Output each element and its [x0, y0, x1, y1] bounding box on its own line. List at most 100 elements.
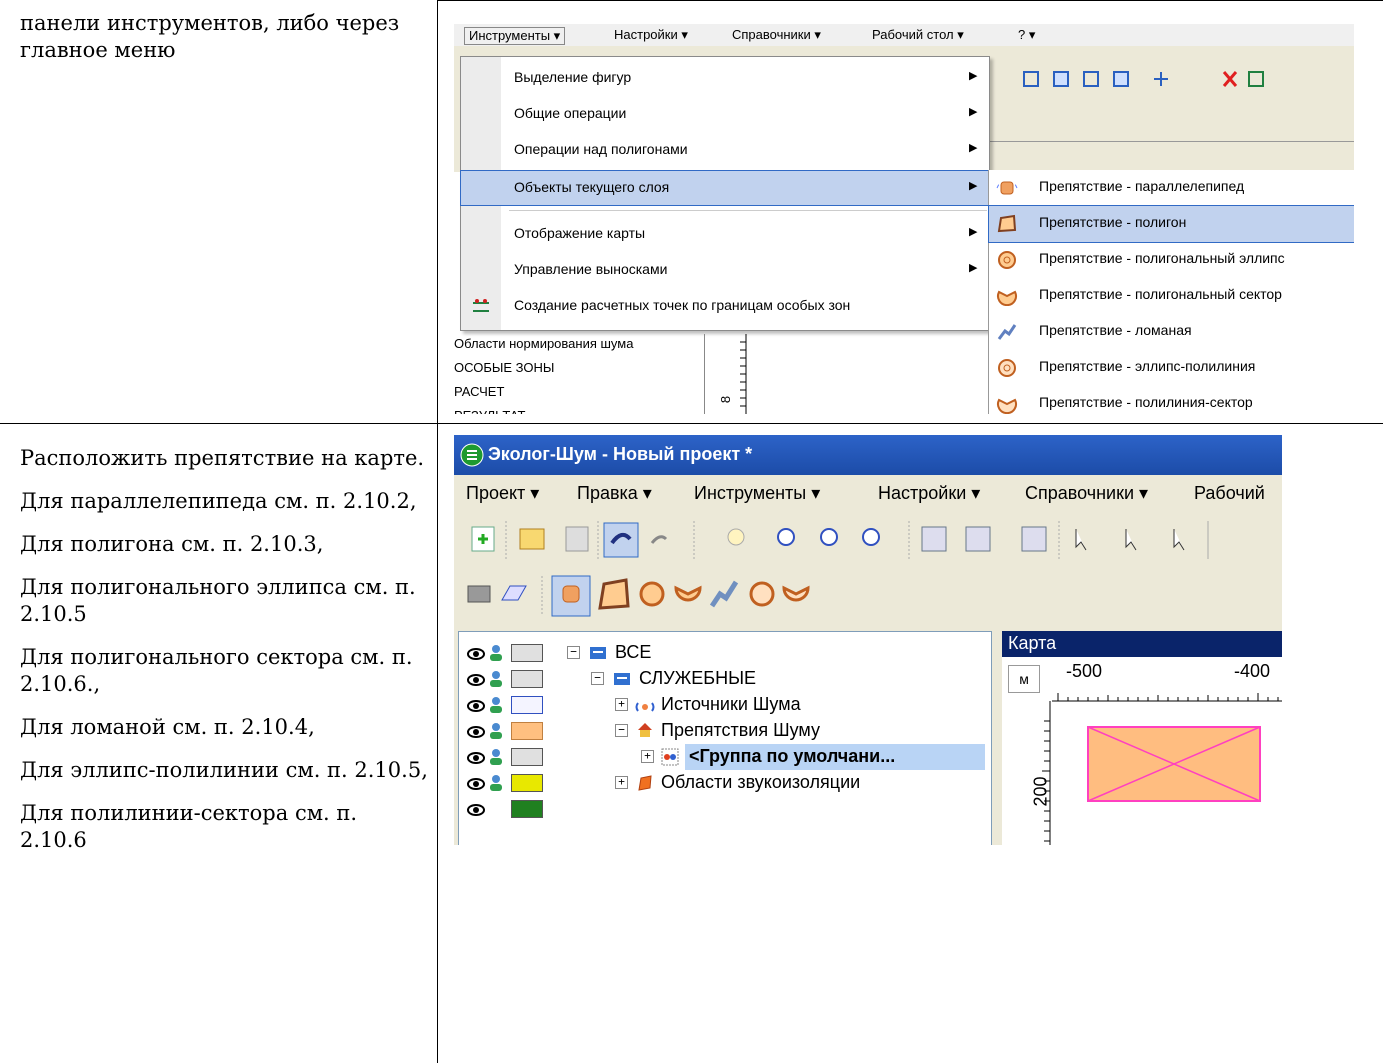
eye-icon[interactable] — [467, 645, 485, 660]
menu-item-label: Отображение карты — [514, 225, 646, 241]
y-tick-label: 200 — [1030, 776, 1051, 807]
eye-icon[interactable] — [467, 775, 485, 790]
layer-color-swatch[interactable] — [511, 774, 543, 792]
layer-color-swatch[interactable] — [511, 722, 543, 740]
paragraph: Для эллипс-полилинии см. п. 2.10.5, — [20, 758, 428, 782]
tree-label: ВСЕ — [615, 642, 652, 662]
submenu-item-label: Препятствие - эллипс-полилиния — [1039, 358, 1256, 374]
main-menu-bar: Проект ▾ Правка ▾ Инструменты ▾ Настройк… — [454, 475, 1282, 513]
table-row-divider — [0, 423, 1383, 424]
layer-item[interactable]: ОСОБЫЕ ЗОНЫ — [454, 356, 633, 380]
house-icon — [637, 722, 653, 738]
bottom-cell-text: Расположить препятствие на карте. Для па… — [20, 445, 430, 870]
submenu-item-parallelepiped[interactable]: Препятствие - параллелепипед — [989, 170, 1354, 206]
menu-item-callouts[interactable]: Управление выносками ▶ — [461, 253, 989, 287]
menu-item-general-ops[interactable]: Общие операции ▶ — [461, 97, 989, 131]
layer-color-swatch[interactable] — [511, 670, 543, 688]
user-icon — [487, 696, 505, 714]
tree-row[interactable]: + Источники Шума — [459, 692, 991, 718]
menu-references[interactable]: Справочники ▾ — [732, 27, 821, 43]
menu-settings[interactable]: Настройки ▾ — [878, 483, 980, 504]
tree-label: Источники Шума — [661, 694, 801, 714]
menu-bar: Инструменты ▾ Настройки ▾ Справочники ▾ … — [454, 24, 1354, 46]
obstacle-toolbar-svg — [467, 575, 810, 617]
tree-row[interactable]: + Области звукоизоляции — [459, 770, 991, 796]
menu-item-map-display[interactable]: Отображение карты ▶ — [461, 217, 989, 251]
tree-row[interactable]: + <Группа по умолчани... — [459, 744, 991, 770]
toolbar-icons-svg — [471, 521, 1209, 559]
menu-item-create-calc-points[interactable]: Создание расчетных точек по границам осо… — [461, 289, 989, 323]
menu-item-label: Общие операции — [514, 105, 627, 121]
menu-separator — [509, 210, 987, 211]
menu-references[interactable]: Справочники ▾ — [1025, 483, 1148, 504]
menu-edit[interactable]: Правка ▾ — [577, 483, 652, 504]
layer-list: Области нормирования шума ОСОБЫЕ ЗОНЫ РА… — [454, 332, 633, 414]
layer-item[interactable]: РАСЧЕТ — [454, 380, 633, 404]
menu-item-current-layer-objects[interactable]: Объекты текущего слоя ▶ — [460, 170, 990, 206]
eye-icon[interactable] — [467, 671, 485, 686]
menu-desktop[interactable]: Рабочий стол ▾ — [872, 27, 964, 43]
menu-help[interactable]: ? ▾ — [1018, 27, 1035, 43]
eye-icon[interactable] — [467, 723, 485, 738]
submenu-item-polygon[interactable]: Препятствие - полигон — [988, 205, 1354, 243]
chevron-right-icon: ▶ — [969, 70, 978, 82]
eye-icon[interactable] — [467, 697, 485, 712]
chevron-right-icon: ▶ — [969, 106, 978, 118]
submenu-item-label: Препятствие - полигональный сектор — [1039, 286, 1282, 302]
polyline-sector-icon — [996, 394, 1018, 414]
menu-item-select-shapes[interactable]: Выделение фигур ▶ — [461, 61, 989, 95]
tree-row[interactable]: − Препятствия Шуму — [459, 718, 991, 744]
eye-icon[interactable] — [467, 801, 485, 816]
submenu-item-polyline[interactable]: Препятствие - ломаная — [989, 314, 1354, 350]
paragraph: Для параллелепипеда см. п. 2.10.2, — [20, 489, 417, 513]
submenu-item-label: Препятствие - полигональный эллипс — [1039, 250, 1285, 266]
tree-row[interactable]: − ВСЕ — [459, 640, 991, 666]
layer-color-swatch[interactable] — [511, 644, 543, 662]
obstacle-rectangle — [1087, 726, 1261, 802]
layer-color-swatch[interactable] — [511, 800, 543, 818]
obstacle-toolbar — [454, 570, 1282, 622]
parallelepiped-icon — [996, 178, 1018, 198]
toolbar-icons-svg — [1023, 71, 1264, 87]
instruction-text: панели инструментов, либо через главное … — [20, 11, 400, 62]
layer-color-swatch[interactable] — [511, 696, 543, 714]
submenu-item-polyline-sector[interactable]: Препятствие - полилиния-сектор — [989, 386, 1354, 414]
paragraph: Для полигонального эллипса см. п. 2.10.5 — [20, 575, 416, 626]
top-cell-text: панели инструментов, либо через главное … — [20, 10, 430, 80]
layer-item[interactable]: Области нормирования шума — [454, 332, 633, 356]
layer-tree: − ВСЕ − СЛУЖЕБНЫЕ + Источники Шума − Пре… — [458, 631, 992, 845]
collapse-icon[interactable]: − — [591, 672, 604, 685]
submenu-item-label: Препятствие - полилиния-сектор — [1039, 394, 1253, 410]
menu-desktop[interactable]: Рабочий — [1194, 483, 1265, 504]
expand-icon[interactable]: + — [641, 750, 654, 763]
calc-points-icon — [471, 297, 491, 315]
submenu-item-ellipse-polyline[interactable]: Препятствие - эллипс-полилиния — [989, 350, 1354, 386]
submenu-item-polygonal-ellipse[interactable]: Препятствие - полигональный эллипс — [989, 242, 1354, 278]
menu-tools[interactable]: Инструменты ▾ — [464, 27, 566, 45]
submenu-item-polygonal-sector[interactable]: Препятствие - полигональный сектор — [989, 278, 1354, 314]
menu-settings[interactable]: Настройки ▾ — [614, 27, 688, 43]
tools-dropdown: Выделение фигур ▶ Общие операции ▶ Опера… — [460, 56, 990, 331]
submenu-item-label: Препятствие - полигон — [1039, 214, 1187, 230]
menu-item-polygon-ops[interactable]: Операции над полигонами ▶ — [461, 133, 989, 167]
expand-icon[interactable]: + — [615, 698, 628, 711]
collapse-icon[interactable]: − — [615, 724, 628, 737]
menu-item-label: Управление выносками — [514, 261, 668, 277]
menu-item-label: Операции над полигонами — [514, 141, 688, 157]
screenshot-menu: Инструменты ▾ Настройки ▾ Справочники ▾ … — [454, 24, 1354, 414]
layer-color-swatch[interactable] — [511, 748, 543, 766]
eye-icon[interactable] — [467, 749, 485, 764]
tree-label: <Группа по умолчани... — [689, 746, 896, 766]
group-icon — [661, 748, 679, 766]
user-icon — [487, 670, 505, 688]
user-icon — [487, 748, 505, 766]
menu-project[interactable]: Проект ▾ — [466, 483, 539, 504]
title-bar: Эколог-Шум - Новый проект * — [454, 435, 1282, 475]
tree-row[interactable]: − СЛУЖЕБНЫЕ — [459, 666, 991, 692]
menu-tools[interactable]: Инструменты ▾ — [694, 483, 820, 504]
polygon-icon — [996, 214, 1018, 234]
layer-item[interactable]: РЕЗУЛЬТАТ — [454, 404, 633, 414]
collapse-icon[interactable]: − — [567, 646, 580, 659]
expand-icon[interactable]: + — [615, 776, 628, 789]
map-canvas — [1042, 693, 1282, 845]
